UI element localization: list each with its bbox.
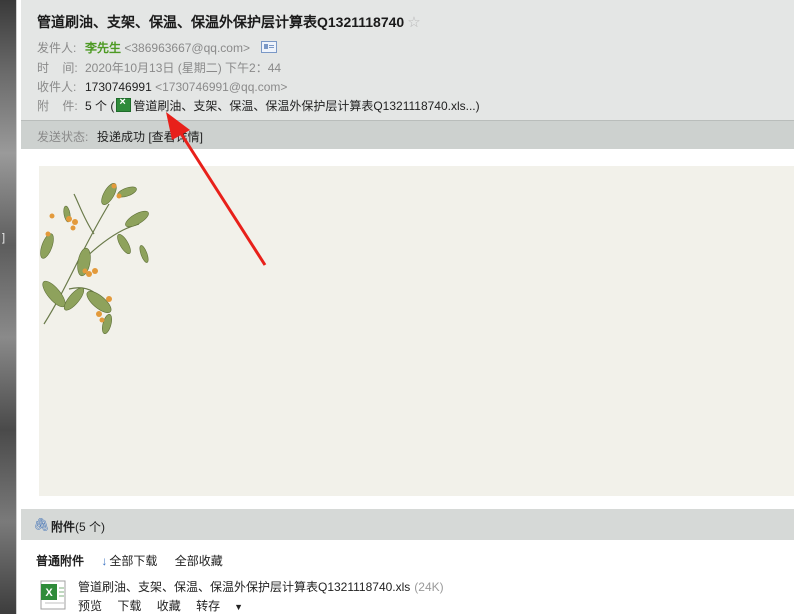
attachment-row: 附 件: 5 个 ( 管道刷油、支架、保温、保温外保护层计算表Q1321118740… <box>37 96 480 114</box>
attachments-title: 附件(5 个) <box>51 518 105 535</box>
download-link[interactable]: 下载 <box>117 599 141 613</box>
letter-body <box>39 166 794 496</box>
attachments-title-text: 附件 <box>51 520 76 534</box>
save-all-link[interactable]: 全部收藏 <box>175 554 223 568</box>
status-value[interactable]: 投递成功 [查看详情] <box>97 130 203 144</box>
attachments-count: (5 个) <box>75 520 106 534</box>
mail-header: 管道刷油、支架、保温、保温外保护层计算表Q1321118740 ☆ 发件人: 李先生… <box>21 0 794 120</box>
attachment-count: 5 个 ( <box>85 99 115 113</box>
attachment-label: 附 件: <box>37 99 78 113</box>
star-icon[interactable]: ☆ <box>407 14 420 31</box>
sender-address[interactable]: <386963667@qq.com> <box>124 41 250 55</box>
from-label: 发件人: <box>37 41 77 55</box>
paperclip-icon: 🖇 <box>33 517 50 532</box>
attachment-item-name: 管道刷油、支架、保温、保温外保护层计算表Q1321118740.xls (24K) <box>78 578 444 595</box>
attachments-toolbar: 普通附件 ↓ 全部下载 全部收藏 <box>36 552 237 569</box>
status-label: 发送状态: <box>37 130 89 144</box>
strip-mark: ] <box>2 232 6 244</box>
normal-attachments-label: 普通附件 <box>36 554 85 568</box>
attachment-filename[interactable]: 管道刷油、支架、保温、保温外保护层计算表Q1321118740.xls <box>78 580 410 594</box>
to-row: 收件人: 1730746991 <1730746991@qq.com> <box>37 78 287 95</box>
mail-subject: 管道刷油、支架、保温、保温外保护层计算表Q1321118740 ☆ <box>37 12 421 32</box>
background-photo-strip: ] <box>0 0 17 614</box>
forward-save-dropdown[interactable]: 转存 ▼ <box>196 599 255 613</box>
attachment-size: (24K) <box>414 580 444 594</box>
sender-name[interactable]: 李先生 <box>85 41 121 55</box>
excel-file-icon <box>116 96 132 112</box>
download-all-link[interactable]: 全部下载 <box>109 554 157 568</box>
forward-save-label: 转存 <box>196 599 221 613</box>
from-row: 发件人: 李先生 <386963667@qq.com> <box>37 39 278 56</box>
leaf-illustration <box>40 183 149 335</box>
time-value: 2020年10月13日 (星期二) 下午2：44 <box>85 61 282 75</box>
recipient-name[interactable]: 1730746991 <box>85 80 152 94</box>
time-row: 时 间: 2020年10月13日 (星期二) 下午2：44 <box>37 59 281 76</box>
contact-card-icon[interactable] <box>261 41 278 53</box>
preview-link[interactable]: 预览 <box>78 599 102 613</box>
attachment-actions: 预览 下载 收藏 转存 ▼ <box>78 597 267 614</box>
time-label: 时 间: <box>37 61 78 75</box>
send-status-bar: 发送状态: 投递成功 [查看详情] <box>21 120 794 149</box>
download-arrow-icon: ↓ <box>101 554 108 568</box>
attachment-first-link[interactable]: 管道刷油、支架、保温、保温外保护层计算表Q1321118740.xls...) <box>133 99 479 113</box>
attachments-header: 🖇 附件(5 个) <box>21 509 794 540</box>
chevron-down-icon: ▼ <box>234 602 244 612</box>
to-label: 收件人: <box>37 80 77 94</box>
recipient-address[interactable]: <1730746991@qq.com> <box>155 80 287 94</box>
svg-text:X: X <box>45 587 53 599</box>
save-link[interactable]: 收藏 <box>157 599 181 613</box>
excel-file-icon: X <box>40 580 66 610</box>
subject-text: 管道刷油、支架、保温、保温外保护层计算表Q1321118740 <box>37 14 405 30</box>
status-row: 发送状态: 投递成功 [查看详情] <box>37 128 203 145</box>
